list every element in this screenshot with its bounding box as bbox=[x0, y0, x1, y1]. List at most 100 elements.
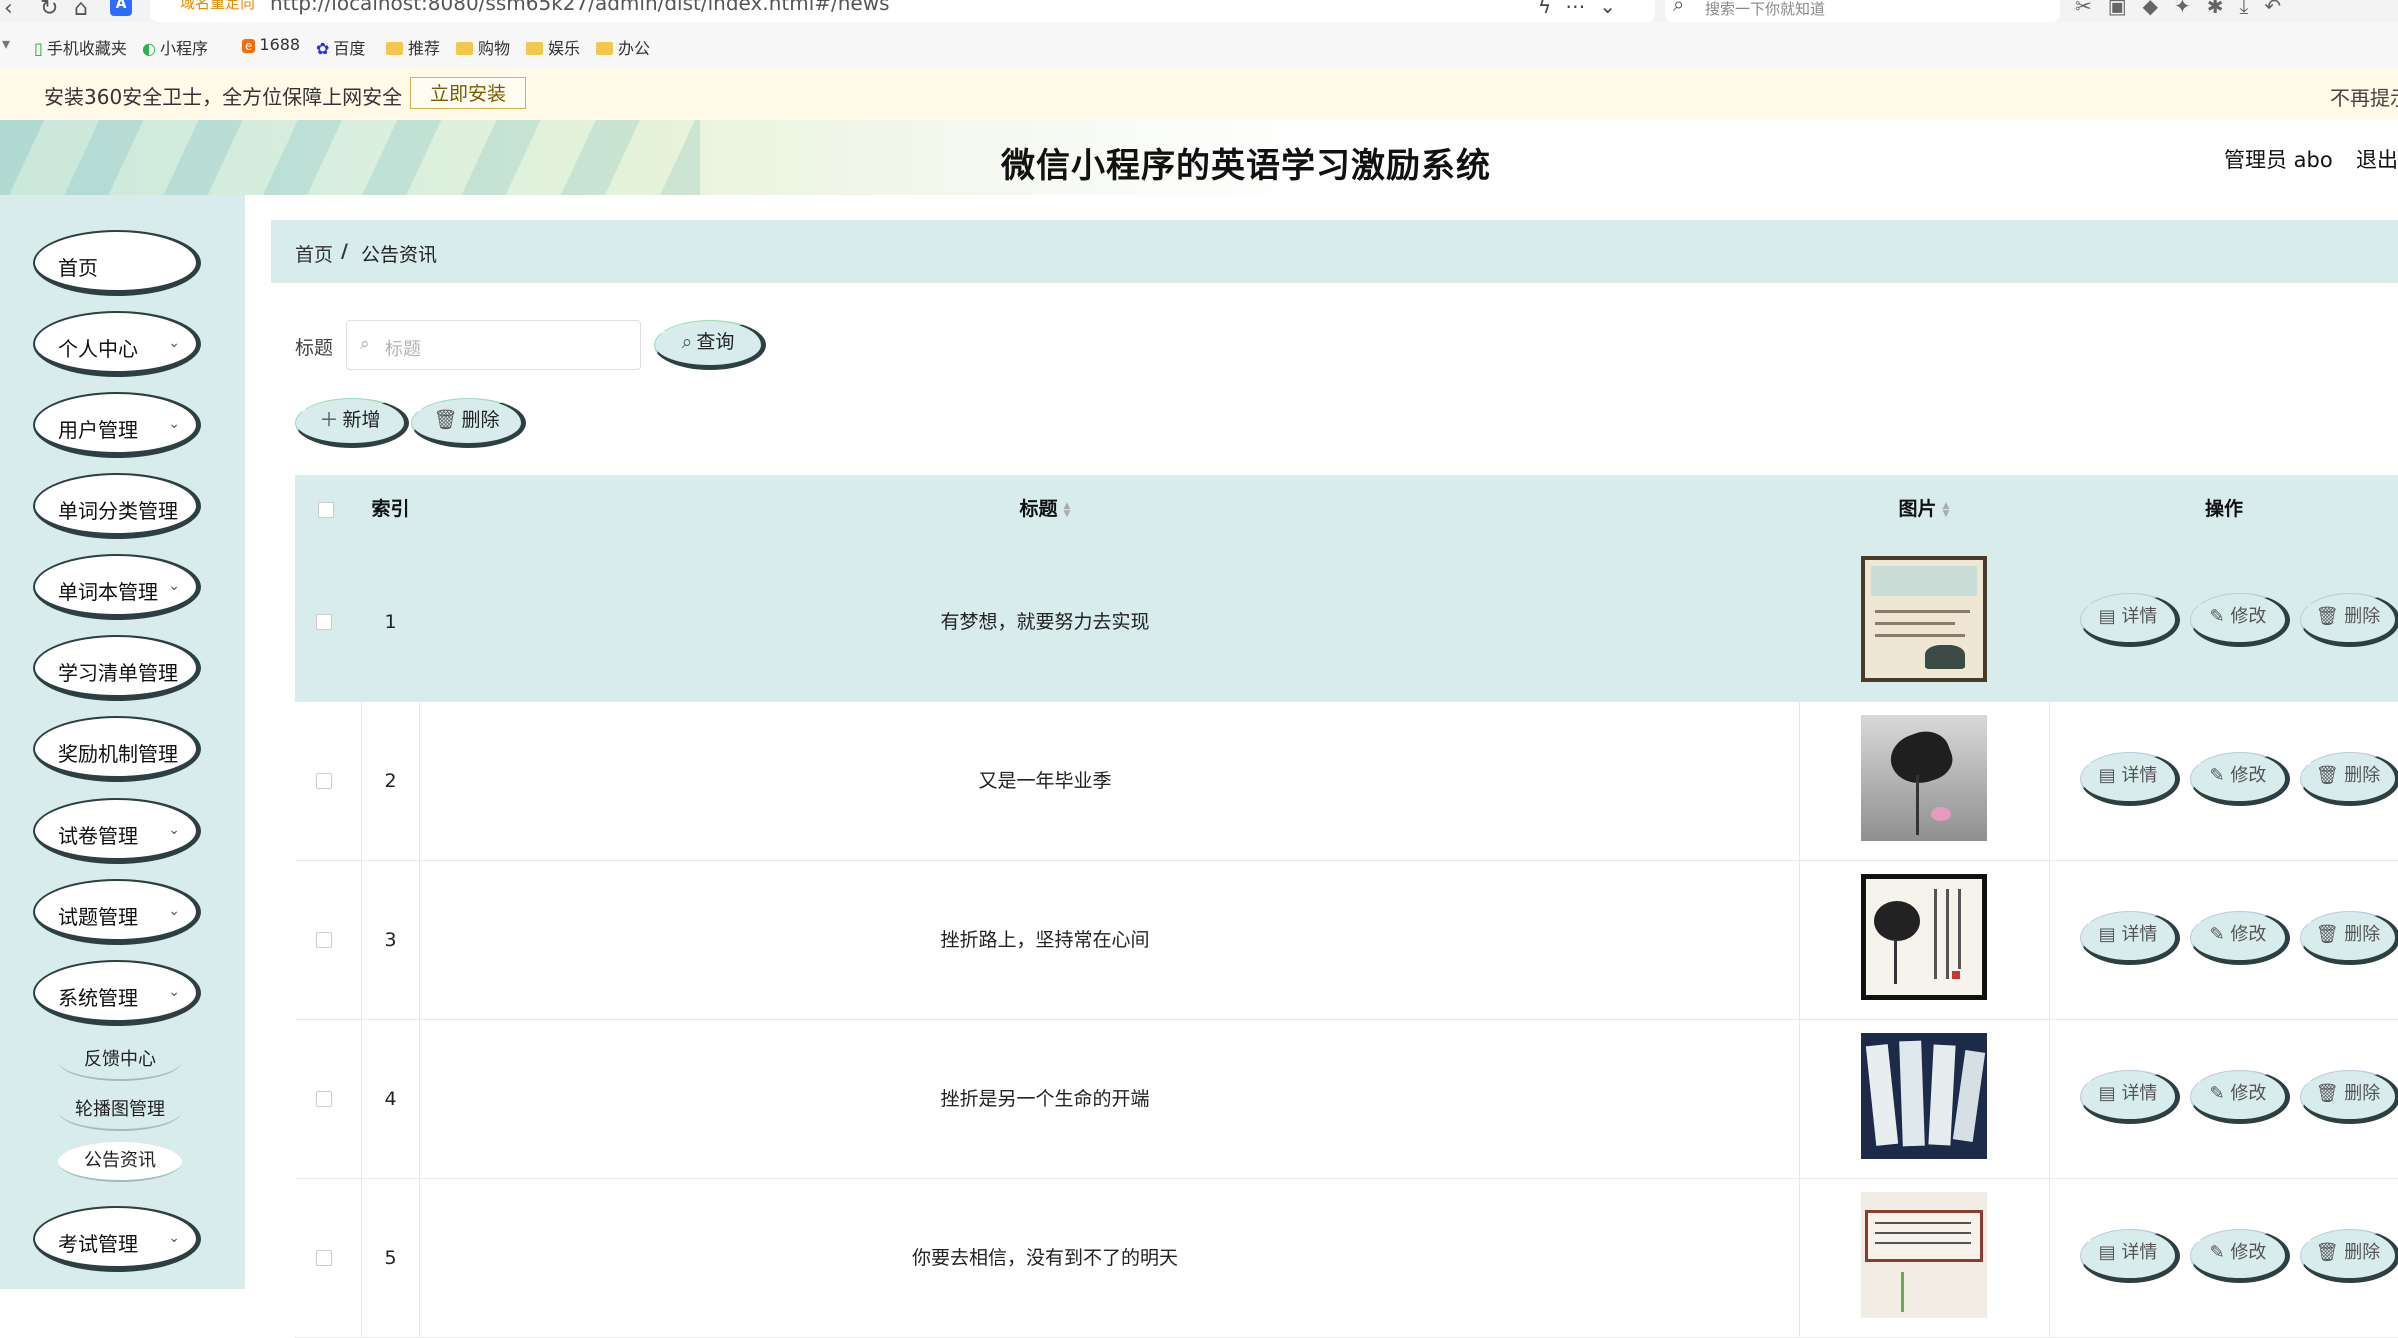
bookmark-folder-entertainment[interactable]: 娱乐 bbox=[526, 35, 580, 59]
edit-button[interactable]: ✎ 修改 bbox=[2190, 1070, 2290, 1124]
detail-button[interactable]: ▤ 详情 bbox=[2080, 593, 2180, 647]
bookmark-baidu[interactable]: ✿ 百度 bbox=[316, 35, 365, 59]
edit-button[interactable]: ✎ 修改 bbox=[2190, 911, 2290, 965]
submenu-feedback[interactable]: 反馈中心 bbox=[58, 1041, 182, 1081]
submenu-announcements[interactable]: 公告资讯 bbox=[58, 1142, 182, 1182]
menu-personal-center[interactable]: 个人中心 ⌄ bbox=[33, 311, 201, 377]
delete-button[interactable]: 🗑 删除 bbox=[2300, 1229, 2398, 1283]
delete-button[interactable]: 🗑 删除 bbox=[2300, 752, 2398, 806]
row-checkbox[interactable] bbox=[316, 1250, 332, 1266]
menu-exam[interactable]: 考试管理 ⌄ bbox=[33, 1206, 201, 1272]
column-divider bbox=[1799, 543, 1800, 701]
menu-exam-paper[interactable]: 试卷管理 ⌄ bbox=[33, 798, 201, 864]
column-divider bbox=[361, 1179, 362, 1337]
security-notice-bar: 安装360安全卫士，全方位保障上网安全 立即安装 不再提示 bbox=[0, 68, 2398, 121]
refresh-icon[interactable]: ↻ bbox=[40, 0, 58, 21]
row-checkbox[interactable] bbox=[316, 773, 332, 789]
column-index: 索引 bbox=[371, 498, 410, 520]
row-index: 2 bbox=[384, 770, 397, 792]
delete-button[interactable]: 🗑 删除 bbox=[2300, 1070, 2398, 1124]
search-title-input[interactable]: ⌕ 标题 bbox=[346, 320, 641, 370]
image-detail bbox=[1875, 610, 1970, 613]
bookmark-folder-office[interactable]: 办公 bbox=[596, 35, 650, 59]
row-checkbox[interactable] bbox=[316, 932, 332, 948]
menu-user-management[interactable]: 用户管理 ⌄ bbox=[33, 392, 201, 458]
row-checkbox[interactable] bbox=[316, 614, 332, 630]
row-checkbox[interactable] bbox=[316, 1091, 332, 1107]
bookmark-1688[interactable]: e 1688 bbox=[242, 35, 300, 54]
bookmark-folder-shopping[interactable]: 购物 bbox=[456, 35, 510, 59]
plus-icon: ＋ bbox=[319, 409, 339, 431]
edit-icon: ✎ bbox=[2209, 765, 2231, 786]
bookmark-miniprogram[interactable]: ◐ 小程序 bbox=[142, 35, 208, 59]
bookmark-phone[interactable]: ▯ 手机收藏夹 bbox=[34, 35, 127, 59]
detail-button[interactable]: ▤ 详情 bbox=[2080, 1229, 2180, 1283]
breadcrumb: 首页 / 公告资讯 bbox=[271, 220, 2398, 283]
edit-icon: ✎ bbox=[2209, 606, 2231, 627]
menu-wordbook[interactable]: 单词本管理 ⌄ bbox=[33, 554, 201, 620]
home-icon[interactable]: ⌂ bbox=[74, 0, 88, 21]
edit-icon: ✎ bbox=[2209, 924, 2231, 945]
logout-link[interactable]: 退出 bbox=[2356, 144, 2398, 174]
image-detail bbox=[1958, 889, 1961, 969]
trash-icon: 🗑 bbox=[2315, 1242, 2345, 1263]
menu-system[interactable]: 系统管理 ⌄ bbox=[33, 960, 201, 1026]
bookmarks-menu-icon[interactable]: ▾ bbox=[2, 34, 10, 53]
select-all-checkbox[interactable] bbox=[318, 502, 334, 518]
menu-study-list[interactable]: 学习清单管理 bbox=[33, 635, 201, 701]
document-icon: ▤ bbox=[2098, 765, 2122, 786]
column-title[interactable]: 标题 ▲ ▼ bbox=[420, 475, 1670, 543]
chevron-down-icon: ⌄ bbox=[168, 822, 180, 838]
add-button[interactable]: ＋新增 bbox=[295, 398, 409, 448]
submenu-carousel[interactable]: 轮播图管理 bbox=[58, 1091, 182, 1131]
trash-icon: 🗑 bbox=[2315, 765, 2345, 786]
menu-question[interactable]: 试题管理 ⌄ bbox=[33, 879, 201, 945]
install-now-button[interactable]: 立即安装 bbox=[410, 77, 526, 109]
image-detail bbox=[1865, 1044, 1899, 1146]
detail-button[interactable]: ▤ 详情 bbox=[2080, 1070, 2180, 1124]
edit-button[interactable]: ✎ 修改 bbox=[2190, 593, 2290, 647]
browser-search-box[interactable]: ⌕ 搜索一下你就知道 bbox=[1665, 0, 2060, 22]
row-index: 4 bbox=[384, 1088, 397, 1110]
table-row: 1 有梦想，就要努力去实现 ▤ 详情 ✎ 修改 🗑 删除 bbox=[295, 543, 2398, 702]
menu-word-category[interactable]: 单词分类管理 bbox=[33, 473, 201, 539]
menu-reward[interactable]: 奖励机制管理 bbox=[33, 716, 201, 782]
detail-button[interactable]: ▤ 详情 bbox=[2080, 752, 2180, 806]
edit-button[interactable]: ✎ 修改 bbox=[2190, 752, 2290, 806]
url-text[interactable]: http://localhost:8080/ssm65k27/admin/dis… bbox=[270, 0, 890, 15]
calligraphy-scroll-image bbox=[1861, 1192, 1987, 1318]
image-detail bbox=[1875, 1232, 1971, 1234]
ai-assistant-icon[interactable]: A bbox=[110, 0, 132, 16]
image-detail bbox=[1884, 724, 1958, 792]
bookmarks-bar: ▾ ▯ 手机收藏夹 ◐ 小程序 e 1688 ✿ 百度 推荐 购物 娱乐 办公 bbox=[0, 22, 2398, 69]
image-detail bbox=[1875, 634, 1965, 637]
bookmark-folder-recommend[interactable]: 推荐 bbox=[386, 35, 440, 59]
sort-icon[interactable]: ▲ ▼ bbox=[1064, 501, 1071, 518]
batch-delete-button[interactable]: 🗑 删除 bbox=[411, 398, 526, 448]
query-button[interactable]: ⌕ 查询 bbox=[654, 320, 766, 370]
search-placeholder: 标题 bbox=[385, 339, 421, 360]
column-divider bbox=[2049, 861, 2050, 1019]
breadcrumb-home[interactable]: 首页 bbox=[295, 240, 333, 267]
address-bar-icons[interactable]: ϟ⋯⌄ bbox=[1538, 0, 1630, 18]
delete-button[interactable]: 🗑 删除 bbox=[2300, 593, 2398, 647]
sort-icon[interactable]: ▲ ▼ bbox=[1943, 501, 1950, 518]
1688-icon: e bbox=[242, 39, 256, 53]
back-icon[interactable]: ‹ bbox=[4, 0, 13, 21]
breadcrumb-separator: / bbox=[341, 240, 348, 262]
table-row: 5 你要去相信，没有到不了的明天 ▤ 详情 ✎ 修改 🗑 删除 bbox=[295, 1179, 2398, 1338]
delete-button[interactable]: 🗑 删除 bbox=[2300, 911, 2398, 965]
extension-icons[interactable]: ✂▣◆✦✱⤓↶ bbox=[2075, 0, 2297, 18]
browser-toolbar: ‹ ↻ ⌂ A 域名重定向 http://localhost:8080/ssm6… bbox=[0, 0, 2398, 22]
edit-button[interactable]: ✎ 修改 bbox=[2190, 1229, 2290, 1283]
column-divider bbox=[361, 702, 362, 860]
column-actions: 操作 bbox=[2204, 498, 2243, 520]
dismiss-notice-link[interactable]: 不再提示 bbox=[2330, 82, 2398, 111]
detail-button[interactable]: ▤ 详情 bbox=[2080, 911, 2180, 965]
image-detail bbox=[1875, 622, 1955, 625]
folder-icon bbox=[386, 42, 403, 55]
column-image[interactable]: 图片 ▲ ▼ bbox=[1800, 475, 2048, 543]
menu-home[interactable]: 首页 bbox=[33, 230, 201, 296]
image-detail bbox=[1875, 1222, 1971, 1224]
column-divider bbox=[1799, 702, 1800, 860]
